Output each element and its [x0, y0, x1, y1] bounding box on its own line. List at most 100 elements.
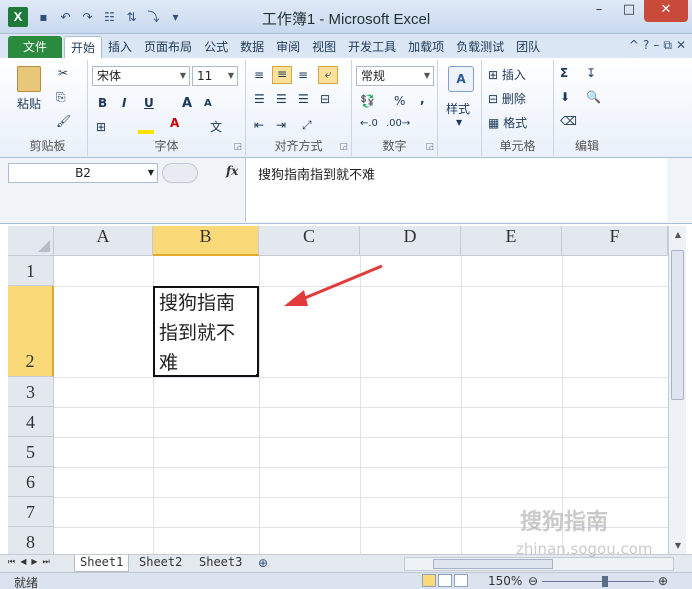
insert-sheet-icon[interactable]: ⊕ — [258, 556, 268, 570]
close-button[interactable]: ✕ — [644, 0, 688, 22]
ribbon: 粘贴 ✂ ⎘ 🖌 剪贴板 宋体 ▼ 11 ▼ B I U A A ⊞ A 文 字体 … — [0, 58, 692, 158]
last-sheet-icon[interactable]: ⏭ — [43, 557, 50, 567]
dialog-launcher-icon[interactable]: ◲ — [425, 142, 434, 152]
tab-add-ins[interactable]: 加载项 — [402, 36, 450, 58]
grow-font-button[interactable]: A — [182, 96, 192, 111]
scroll-up-icon[interactable]: ▲ — [669, 230, 687, 239]
format-cells-button[interactable]: ▦ 格式 — [488, 114, 527, 131]
increase-decimal-icon[interactable]: ←.0 — [360, 118, 378, 129]
zoom-level[interactable]: 150% — [488, 574, 522, 588]
find-select-icon[interactable]: 🔍 — [586, 90, 601, 104]
zoom-in-icon[interactable]: ⊕ — [658, 574, 668, 588]
name-box[interactable]: B2 ▼ — [8, 163, 158, 183]
tab-formulas[interactable]: 公式 — [198, 36, 234, 58]
tab-review[interactable]: 审阅 — [270, 36, 306, 58]
fill-color-icon[interactable] — [138, 118, 154, 134]
watermark-logo: 搜狗指南 — [520, 510, 609, 535]
cut-icon[interactable]: ✂ — [58, 66, 68, 80]
horizontal-scrollbar[interactable] — [404, 557, 674, 571]
bold-button[interactable]: B — [98, 96, 107, 110]
align-bottom-icon[interactable]: ≡ — [298, 68, 308, 82]
minimize-button[interactable]: – — [584, 0, 614, 22]
prev-sheet-icon[interactable]: ◀ — [20, 557, 26, 567]
copy-icon[interactable]: ⎘ — [56, 90, 66, 105]
workbook-close-icon[interactable]: ✕ — [676, 38, 686, 53]
insert-cells-label: 插入 — [501, 68, 526, 82]
italic-button[interactable]: I — [122, 96, 126, 110]
underline-button[interactable]: U — [144, 96, 154, 110]
tab-data[interactable]: 数据 — [234, 36, 270, 58]
merge-center-icon[interactable]: ⊟ — [320, 92, 330, 106]
tab-load-test[interactable]: 负载测试 — [450, 36, 510, 58]
first-sheet-icon[interactable]: ⏮ — [8, 557, 15, 567]
workbook-minimize-icon[interactable]: – — [653, 38, 659, 53]
shrink-font-button[interactable]: A — [204, 98, 212, 109]
phonetic-icon[interactable]: 文 — [210, 118, 222, 135]
insert-cells-button[interactable]: ⊞ 插入 — [488, 66, 526, 83]
font-name-select[interactable]: 宋体 ▼ — [92, 66, 190, 86]
vertical-scroll-thumb[interactable] — [671, 250, 684, 400]
insert-function-icon[interactable]: fx — [226, 164, 238, 178]
autosum-button[interactable]: Σ — [560, 66, 568, 80]
increase-indent-icon[interactable]: ⇥ — [276, 118, 286, 132]
page-break-view-icon[interactable] — [454, 574, 468, 587]
zoom-slider[interactable]: ⊖ ⊕ — [528, 574, 668, 588]
vertical-scrollbar[interactable]: ▲ ▼ — [668, 226, 686, 554]
paste-button[interactable]: 粘贴 — [14, 66, 44, 112]
styles-icon[interactable]: A — [448, 66, 474, 92]
font-label: 字体 — [154, 139, 179, 153]
tab-home[interactable]: 开始 — [64, 36, 103, 58]
formula-input[interactable]: 搜狗指南指到就不难 — [245, 158, 667, 222]
tab-team[interactable]: 团队 — [510, 36, 546, 58]
number-format-select[interactable]: 常规 ▼ — [356, 66, 434, 86]
borders-icon[interactable]: ⊞ — [96, 120, 106, 134]
normal-view-icon[interactable] — [422, 574, 436, 587]
align-center-icon[interactable]: ☰ — [276, 92, 287, 106]
horizontal-scroll-thumb[interactable] — [433, 559, 553, 569]
sheet-tab-3[interactable]: Sheet3 — [194, 555, 247, 572]
alignment-group: ≡ ≡ ≡ ⤶ ☰ ☰ ☰ ⊟ ⇤ ⇥ ⤢ 对齐方式 ◲ — [246, 60, 352, 156]
format-painter-icon[interactable]: 🖌 — [56, 114, 71, 128]
currency-icon[interactable]: 💱 — [360, 94, 375, 108]
percent-button[interactable]: % — [394, 94, 405, 108]
help-icon[interactable]: ? — [643, 38, 649, 53]
align-right-icon[interactable]: ☰ — [298, 92, 309, 106]
editing-label: 编辑 — [574, 139, 599, 153]
page-layout-view-icon[interactable] — [438, 574, 452, 587]
next-sheet-icon[interactable]: ▶ — [31, 557, 37, 567]
fill-icon[interactable]: ⬇ — [560, 90, 570, 104]
sheet-tab-1[interactable]: Sheet1 — [74, 555, 130, 572]
dialog-launcher-icon[interactable]: ◲ — [233, 142, 242, 152]
align-top-icon[interactable]: ≡ — [254, 68, 264, 82]
workbook-restore-icon[interactable]: ⧉ — [663, 38, 672, 53]
align-middle-icon[interactable]: ≡ — [272, 66, 292, 84]
font-group: 宋体 ▼ 11 ▼ B I U A A ⊞ A 文 字体 ◲ — [88, 60, 246, 156]
maximize-button[interactable]: □ — [614, 0, 644, 22]
chevron-down-icon[interactable]: ▼ — [456, 118, 462, 127]
font-size-select[interactable]: 11 ▼ — [192, 66, 238, 86]
comma-button[interactable]: , — [420, 92, 425, 106]
tab-view[interactable]: 视图 — [306, 36, 342, 58]
orientation-icon[interactable]: ⤢ — [302, 118, 312, 133]
styles-button[interactable]: 样式 — [446, 100, 470, 117]
scroll-down-icon[interactable]: ▼ — [669, 541, 687, 550]
tab-developer[interactable]: 开发工具 — [342, 36, 402, 58]
decrease-decimal-icon[interactable]: .00→ — [386, 118, 410, 129]
insert-cells-icon: ⊞ — [488, 68, 499, 82]
align-left-icon[interactable]: ☰ — [254, 92, 265, 106]
sheet-tab-2[interactable]: Sheet2 — [134, 555, 187, 572]
zoom-out-icon[interactable]: ⊖ — [528, 574, 538, 588]
collapse-ribbon-icon[interactable]: ^ — [629, 38, 639, 53]
formula-bar-scroll[interactable] — [672, 162, 686, 220]
delete-cells-button[interactable]: ⊟ 删除 — [488, 90, 526, 107]
clear-icon[interactable]: ⌫ — [560, 114, 577, 128]
dialog-launcher-icon[interactable]: ◲ — [339, 142, 348, 152]
wrap-text-icon[interactable]: ⤶ — [318, 66, 338, 84]
tab-file[interactable]: 文件 — [8, 36, 63, 58]
tab-page-layout[interactable]: 页面布局 — [138, 36, 198, 58]
tab-insert[interactable]: 插入 — [102, 36, 138, 58]
decrease-indent-icon[interactable]: ⇤ — [254, 118, 264, 132]
sort-filter-icon[interactable]: ↧ — [586, 66, 596, 80]
font-color-icon[interactable]: A — [170, 116, 179, 130]
zoom-knob[interactable] — [602, 576, 608, 587]
